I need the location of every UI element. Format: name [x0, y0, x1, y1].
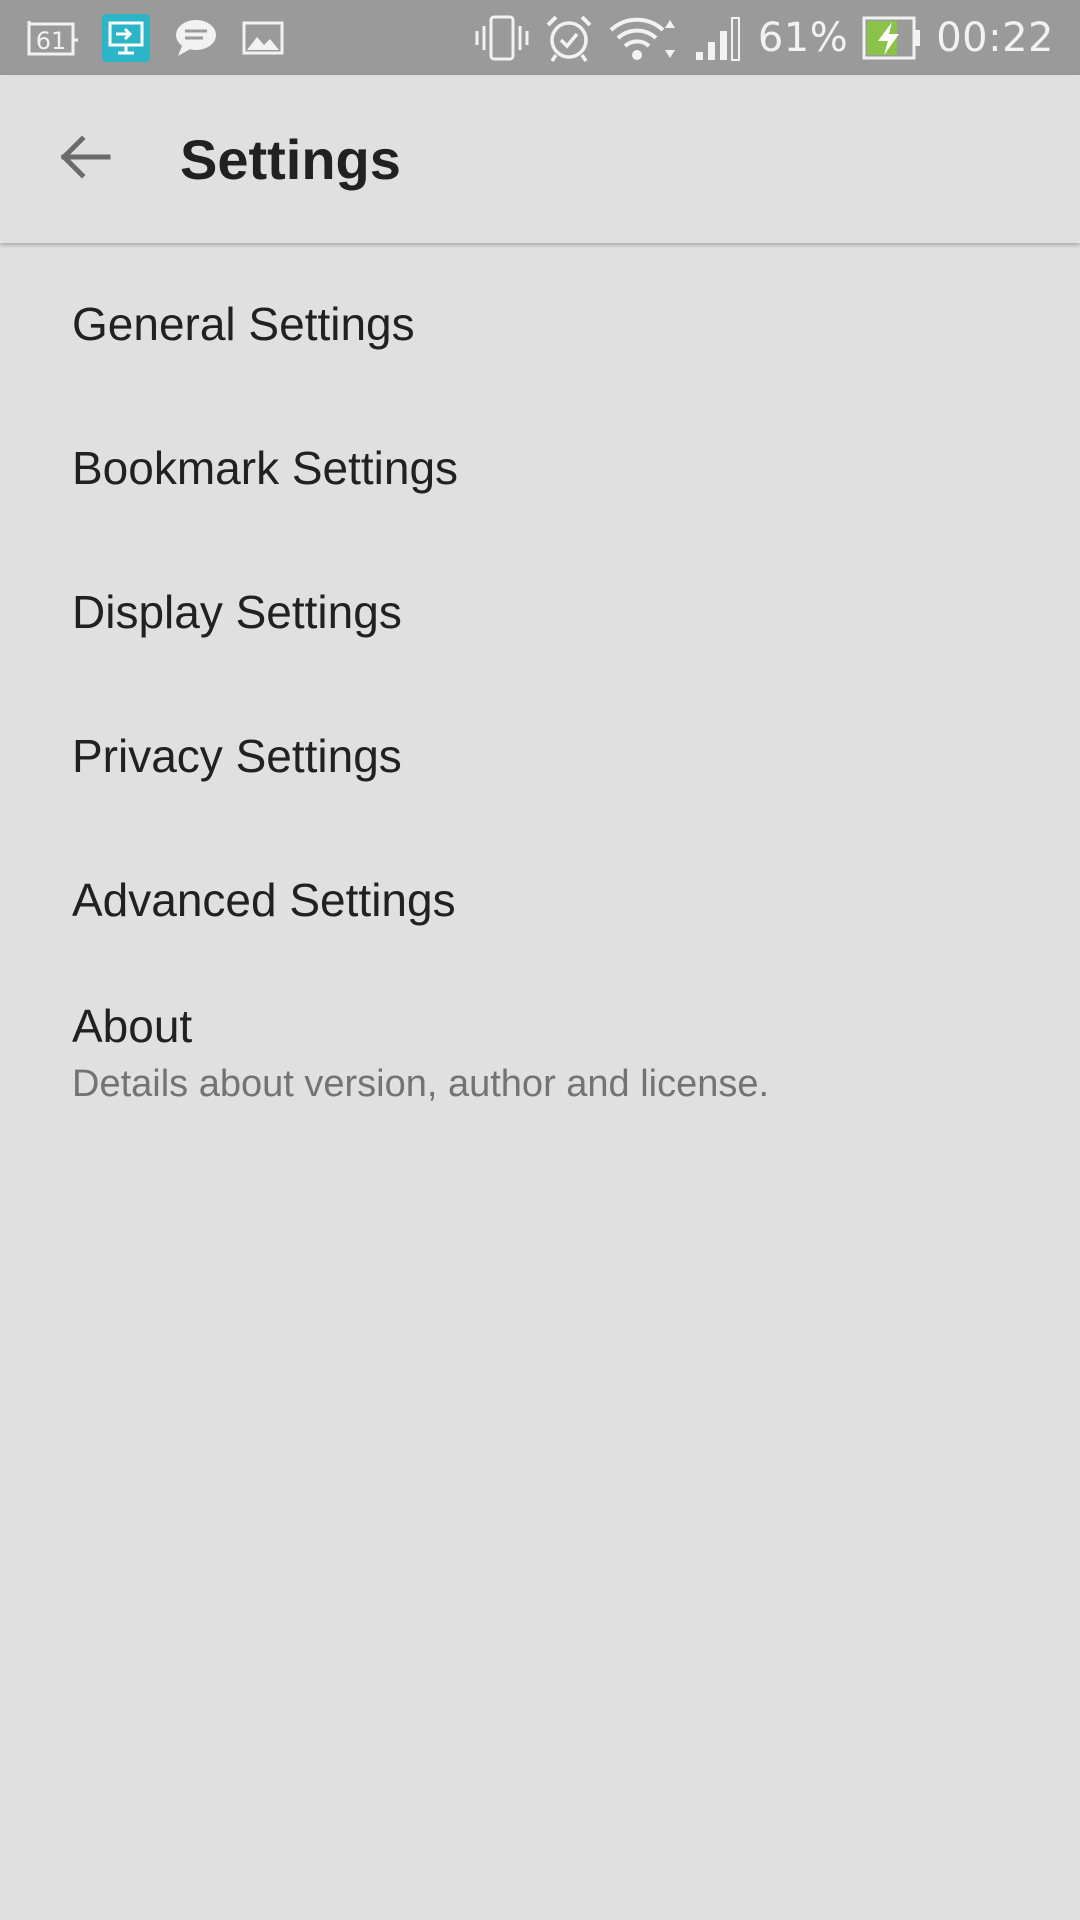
back-button[interactable] [24, 99, 144, 219]
wifi-icon [608, 14, 680, 62]
settings-item-title: Advanced Settings [72, 874, 456, 926]
clock: 00:22 [936, 14, 1054, 61]
status-bar-system: 61% 00:22 [474, 13, 1054, 63]
calendar-day-text: 61 [36, 27, 67, 55]
settings-list: General Settings Bookmark Settings Displ… [0, 252, 1080, 1132]
calendar-icon: 61 [26, 18, 78, 58]
settings-item-title: Bookmark Settings [72, 442, 459, 494]
settings-item-title: Display Settings [72, 586, 402, 638]
status-bar-notifications: 61 [26, 13, 284, 62]
settings-item-bookmark[interactable]: Bookmark Settings [0, 396, 1080, 540]
settings-item-display[interactable]: Display Settings [0, 540, 1080, 684]
alarm-icon [544, 13, 594, 63]
settings-item-about[interactable]: About Details about version, author and … [0, 972, 1080, 1132]
message-icon [174, 18, 218, 58]
settings-item-general[interactable]: General Settings [0, 252, 1080, 396]
signal-icon [694, 14, 744, 62]
settings-item-privacy[interactable]: Privacy Settings [0, 684, 1080, 828]
screen-mirror-icon [102, 13, 150, 62]
settings-item-advanced[interactable]: Advanced Settings [0, 828, 1080, 972]
arrow-back-icon [56, 129, 112, 190]
settings-item-summary: Details about version, author and licens… [72, 1062, 770, 1105]
settings-item-title: Privacy Settings [72, 730, 402, 782]
vibrate-icon [474, 14, 530, 62]
image-icon [242, 21, 284, 55]
app-bar: Settings [0, 75, 1080, 243]
settings-item-title: General Settings [72, 298, 415, 350]
page-title: Settings [180, 127, 401, 191]
status-bar: 61 61% 00:22 [0, 0, 1080, 75]
battery-percent: 61% [757, 14, 849, 61]
settings-item-title: About [72, 999, 193, 1052]
battery-charging-icon [862, 16, 922, 60]
